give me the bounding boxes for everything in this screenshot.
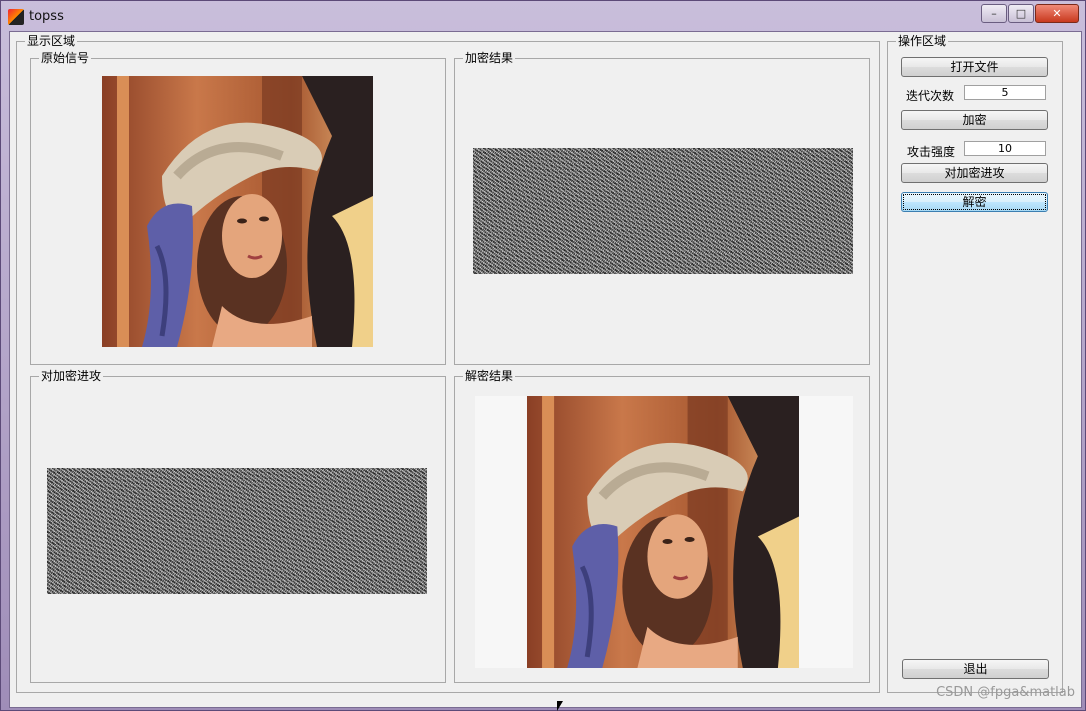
lena-portrait-image <box>102 76 373 347</box>
decrypt-button[interactable]: 解密 <box>901 192 1048 212</box>
matlab-icon <box>8 9 24 25</box>
panel-decrypted: 解密结果 <box>454 370 870 683</box>
panel-encrypted-title: 加密结果 <box>465 51 514 65</box>
attacked-image <box>47 468 427 594</box>
display-area-legend: 显示区域 <box>27 34 76 48</box>
panel-encrypted: 加密结果 <box>454 52 870 365</box>
window-title: topss <box>29 9 64 24</box>
panel-attack: 对加密进攻 <box>30 370 446 683</box>
iterations-label: 迭代次数 <box>906 89 955 103</box>
attack-strength-input[interactable]: 10 <box>964 141 1046 156</box>
panel-decrypted-title: 解密结果 <box>465 369 514 383</box>
close-button[interactable]: ✕ <box>1035 4 1079 23</box>
title-bar[interactable]: topss – □ ✕ <box>1 1 1086 31</box>
panel-attack-title: 对加密进攻 <box>41 369 102 383</box>
decrypted-image <box>527 396 799 668</box>
mouse-cursor-icon <box>557 701 563 711</box>
ops-area-group: 操作区域 <box>887 35 1063 693</box>
panel-original: 原始信号 <box>30 52 446 365</box>
exit-button[interactable]: 退出 <box>902 659 1049 679</box>
open-file-button[interactable]: 打开文件 <box>901 57 1048 77</box>
watermark: CSDN @fpga&matlab <box>936 685 1075 700</box>
encrypted-image <box>473 148 853 274</box>
window-frame: topss – □ ✕ 显示区域 原始信号 加密结果 对加密进攻 解密结果 操作… <box>0 0 1086 711</box>
panel-original-title: 原始信号 <box>41 51 90 65</box>
ops-area-legend: 操作区域 <box>898 34 947 48</box>
attack-button[interactable]: 对加密进攻 <box>901 163 1048 183</box>
decrypted-image-area <box>475 396 853 668</box>
maximize-button[interactable]: □ <box>1008 4 1034 23</box>
client-area: 显示区域 原始信号 加密结果 对加密进攻 解密结果 操作区域 打开文件 迭代次数… <box>9 31 1082 708</box>
lena-portrait-image <box>527 396 799 668</box>
minimize-button[interactable]: – <box>981 4 1007 23</box>
iterations-input[interactable]: 5 <box>964 85 1046 100</box>
attack-strength-label: 攻击强度 <box>907 145 956 159</box>
encrypt-button[interactable]: 加密 <box>901 110 1048 130</box>
original-image <box>102 76 373 347</box>
